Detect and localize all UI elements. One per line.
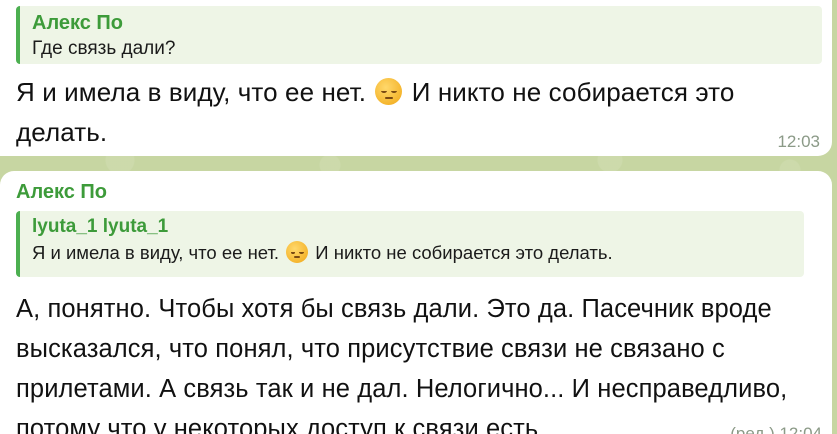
reply-quote[interactable]: lyuta_1 lyuta_1 Я и имела в виду, что ее… xyxy=(16,211,804,277)
message-time: (ред.) 12:04 xyxy=(730,424,822,434)
message-text: А, понятно. Чтобы хотя бы связь дали. Эт… xyxy=(16,295,788,434)
pensive-face-icon xyxy=(286,241,309,263)
reply-author: lyuta_1 lyuta_1 xyxy=(32,216,169,237)
reply-author: Алекс По xyxy=(32,12,124,34)
message-time: 12:03 xyxy=(777,132,820,151)
message-text-part: Я и имела в виду, что ее нет. xyxy=(16,77,374,107)
reply-quote[interactable]: Алекс По Где связь дали? xyxy=(16,6,822,64)
reply-text: Я и имела в виду, что ее нет. И никто не… xyxy=(32,239,804,267)
sender-name[interactable]: Алекс По xyxy=(16,179,818,205)
message-bubble[interactable]: Алекс По Где связь дали? Я и имела в вид… xyxy=(0,0,832,156)
reply-text: Где связь дали? xyxy=(32,38,176,59)
message-bubble[interactable]: Алекс По lyuta_1 lyuta_1 Я и имела в вид… xyxy=(0,171,832,434)
pensive-face-icon xyxy=(375,78,403,105)
reply-text-part: Я и имела в виду, что ее нет. xyxy=(32,242,285,263)
reply-text-part: И никто не собирается это делать. xyxy=(310,242,613,263)
message-text: Я и имела в виду, что ее нет. И никто не… xyxy=(16,72,818,152)
